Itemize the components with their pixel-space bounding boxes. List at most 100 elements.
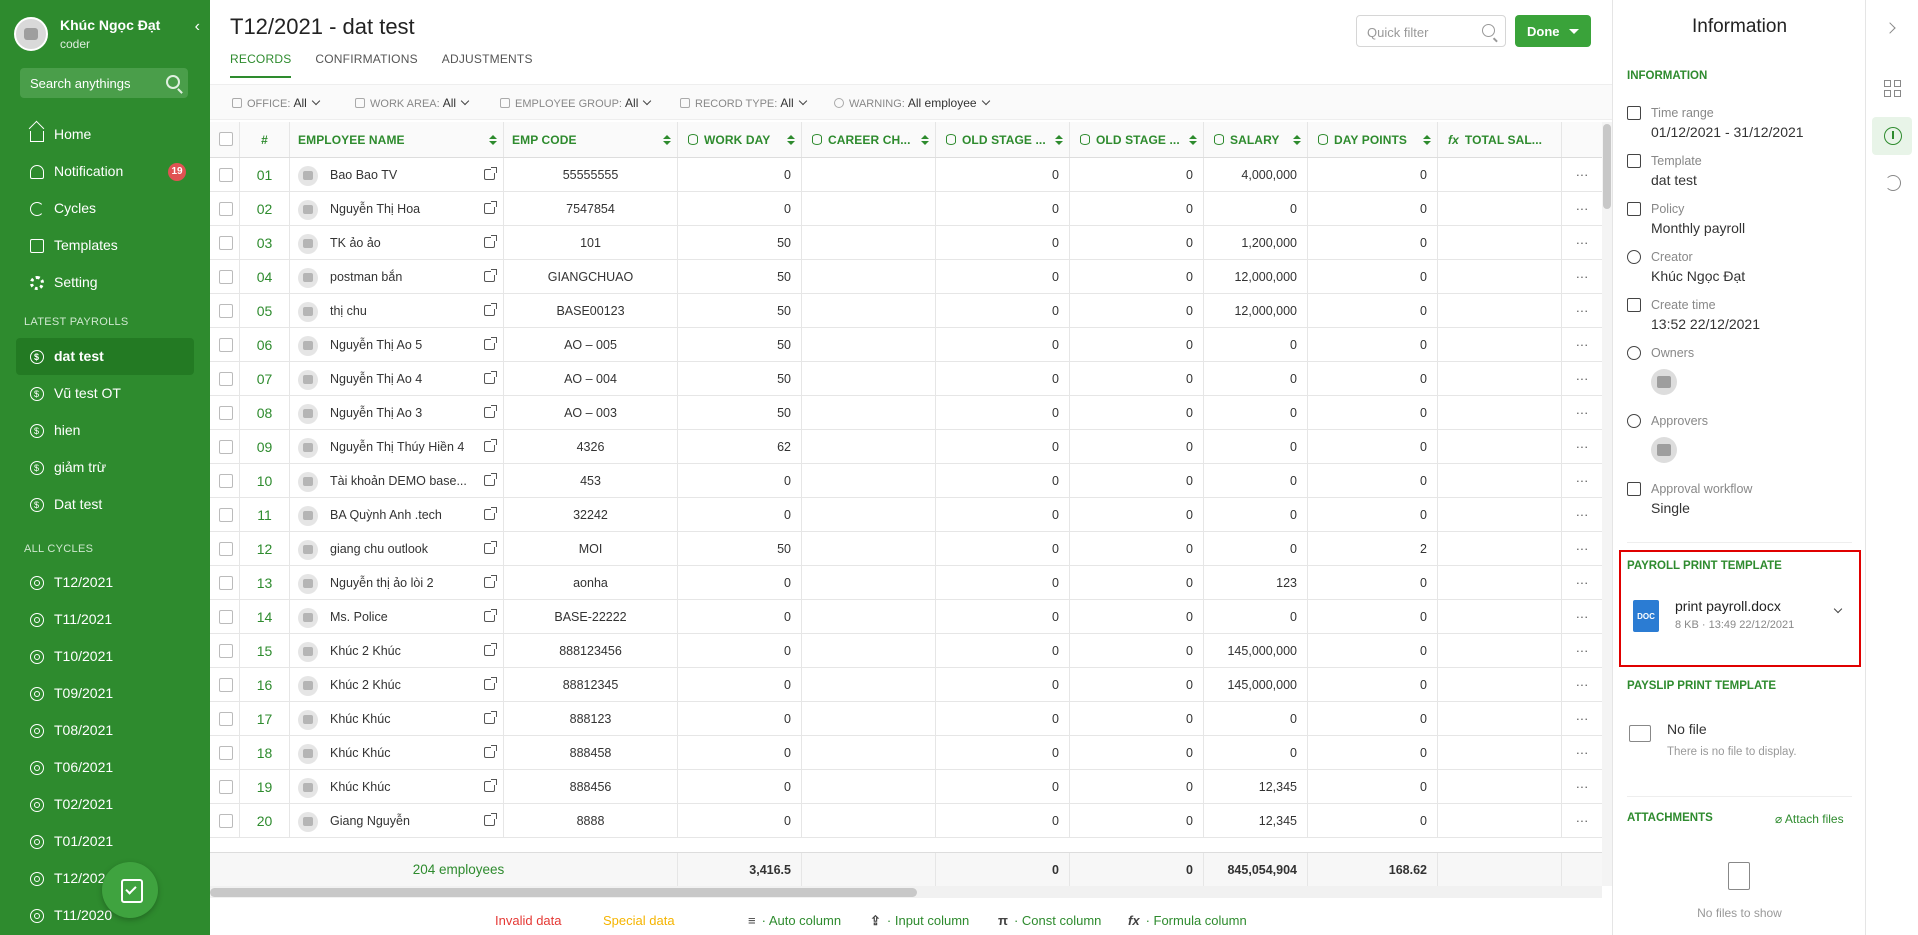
column-header-old-stage-1[interactable]: OLD STAGE ... [936,122,1070,157]
row-checkbox[interactable] [210,328,240,361]
row-actions-button[interactable]: ··· [1562,634,1602,667]
row-actions-button[interactable]: ··· [1562,260,1602,293]
sidebar-item-cycle[interactable]: T10/2021 [16,638,194,675]
sidebar-item-cycle[interactable]: T11/2021 [16,601,194,638]
employee-name-cell[interactable]: Nguyễn thị ảo lòi 2 [290,566,504,599]
table-row[interactable]: 05 thị chu BASE00123 50 0 0 12,000,000 0 ··· [210,294,1602,328]
sidebar-item-payroll[interactable]: Dat test [16,486,194,524]
chevron-right-icon[interactable] [1884,22,1896,34]
employee-name-cell[interactable]: Tài khoản DEMO base... [290,464,504,497]
row-actions-button[interactable]: ··· [1562,396,1602,429]
row-actions-button[interactable]: ··· [1562,668,1602,701]
sidebar-item-payroll[interactable]: Vũ test OT [16,375,194,413]
confirm-fab-button[interactable] [102,862,158,918]
table-row[interactable]: 13 Nguyễn thị ảo lòi 2 aonha 0 0 0 123 0 ··· [210,566,1602,600]
scrollbar-thumb[interactable] [210,888,917,897]
open-external-icon[interactable] [484,269,497,282]
open-external-icon[interactable] [484,711,497,724]
open-external-icon[interactable] [484,609,497,622]
employee-name-cell[interactable]: Khúc Khúc [290,770,504,803]
column-header-day-points[interactable]: DAY POINTS [1308,122,1438,157]
row-actions-button[interactable]: ··· [1562,532,1602,565]
employee-name-cell[interactable]: Nguyễn Thị Ao 3 [290,396,504,429]
row-actions-button[interactable]: ··· [1562,770,1602,803]
row-actions-button[interactable]: ··· [1562,498,1602,531]
table-row[interactable]: 11 BA Quỳnh Anh .tech 32242 0 0 0 0 0 ··· [210,498,1602,532]
open-external-icon[interactable] [484,167,497,180]
employee-name-cell[interactable]: Bao Bao TV [290,158,504,191]
column-header-old-stage-2[interactable]: OLD STAGE ... [1070,122,1204,157]
open-external-icon[interactable] [484,235,497,248]
sort-icon[interactable] [787,135,795,145]
row-actions-button[interactable]: ··· [1562,464,1602,497]
column-header-career-change[interactable]: CAREER CH... [802,122,936,157]
row-actions-button[interactable]: ··· [1562,600,1602,633]
row-actions-button[interactable]: ··· [1562,804,1602,837]
tab-records[interactable]: RECORDS [230,52,292,78]
employee-name-cell[interactable]: Khúc Khúc [290,736,504,769]
column-header-work-day[interactable]: WORK DAY [678,122,802,157]
information-button[interactable] [1872,117,1912,155]
row-checkbox[interactable] [210,804,240,837]
work-area-filter[interactable]: WORK AREA: All [355,96,470,110]
open-external-icon[interactable] [484,337,497,350]
tab-adjustments[interactable]: ADJUSTMENTS [442,52,533,78]
employee-name-cell[interactable]: thị chu [290,294,504,327]
row-checkbox[interactable] [210,634,240,667]
row-checkbox[interactable] [210,702,240,735]
quick-filter-input[interactable]: Quick filter [1356,15,1506,47]
employee-name-cell[interactable]: giang chu outlook [290,532,504,565]
table-row[interactable]: 12 giang chu outlook MOI 50 0 0 0 2 ··· [210,532,1602,566]
sidebar-item-cycle[interactable]: T01/2021 [16,823,194,860]
table-row[interactable]: 16 Khúc 2 Khúc 88812345 0 0 0 145,000,000 0 ··· [210,668,1602,702]
open-external-icon[interactable] [484,439,497,452]
table-row[interactable]: 02 Nguyễn Thị Hoa 7547854 0 0 0 0 0 ··· [210,192,1602,226]
sort-icon[interactable] [1055,135,1063,145]
sidebar-item-notification[interactable]: Notification 19 [16,153,194,190]
row-checkbox[interactable] [210,668,240,701]
sort-icon[interactable] [1189,135,1197,145]
row-checkbox[interactable] [210,600,240,633]
office-filter[interactable]: OFFICE: All [232,96,321,110]
table-row[interactable]: 19 Khúc Khúc 888456 0 0 0 12,345 0 ··· [210,770,1602,804]
employee-name-cell[interactable]: postman bắn [290,260,504,293]
open-external-icon[interactable] [484,779,497,792]
row-checkbox[interactable] [210,260,240,293]
row-actions-button[interactable]: ··· [1562,294,1602,327]
sidebar-item-home[interactable]: Home [16,116,194,153]
sidebar-item-cycle[interactable]: T02/2021 [16,786,194,823]
column-header-total-salary[interactable]: fx TOTAL SAL... [1438,122,1562,157]
row-checkbox[interactable] [210,158,240,191]
row-actions-button[interactable]: ··· [1562,158,1602,191]
layout-grid-button[interactable] [1872,70,1912,108]
sidebar-item-cycle[interactable]: T09/2021 [16,675,194,712]
employee-group-filter[interactable]: EMPLOYEE GROUP: All [500,96,652,110]
row-checkbox[interactable] [210,192,240,225]
sidebar-item-cycles[interactable]: Cycles [16,190,194,227]
row-actions-button[interactable]: ··· [1562,566,1602,599]
table-row[interactable]: 18 Khúc Khúc 888458 0 0 0 0 0 ··· [210,736,1602,770]
row-actions-button[interactable]: ··· [1562,702,1602,735]
open-external-icon[interactable] [484,303,497,316]
sidebar-item-payroll[interactable]: dat test [16,338,194,376]
employee-name-cell[interactable]: Giang Nguyễn [290,804,504,837]
open-external-icon[interactable] [484,473,497,486]
owner-avatar[interactable] [1651,369,1677,395]
sidebar-item-payroll[interactable]: hien [16,412,194,450]
row-actions-button[interactable]: ··· [1562,362,1602,395]
table-row[interactable]: 04 postman bắn GIANGCHUAO 50 0 0 12,000,000 0 ··… [210,260,1602,294]
open-external-icon[interactable] [484,405,497,418]
row-actions-button[interactable]: ··· [1562,736,1602,769]
table-row[interactable]: 09 Nguyễn Thị Thúy Hiền 4 4326 62 0 0 0 0 ··· [210,430,1602,464]
employee-name-cell[interactable]: BA Quỳnh Anh .tech [290,498,504,531]
sort-icon[interactable] [489,135,497,145]
payroll-template-file-name[interactable]: print payroll.docx [1675,598,1781,614]
row-checkbox[interactable] [210,532,240,565]
sidebar-item-cycle[interactable]: T08/2021 [16,712,194,749]
open-external-icon[interactable] [484,201,497,214]
sort-icon[interactable] [1423,135,1431,145]
employee-name-cell[interactable]: Khúc Khúc [290,702,504,735]
column-header-employee-name[interactable]: EMPLOYEE NAME [290,122,504,157]
column-header-salary[interactable]: SALARY [1204,122,1308,157]
open-external-icon[interactable] [484,643,497,656]
